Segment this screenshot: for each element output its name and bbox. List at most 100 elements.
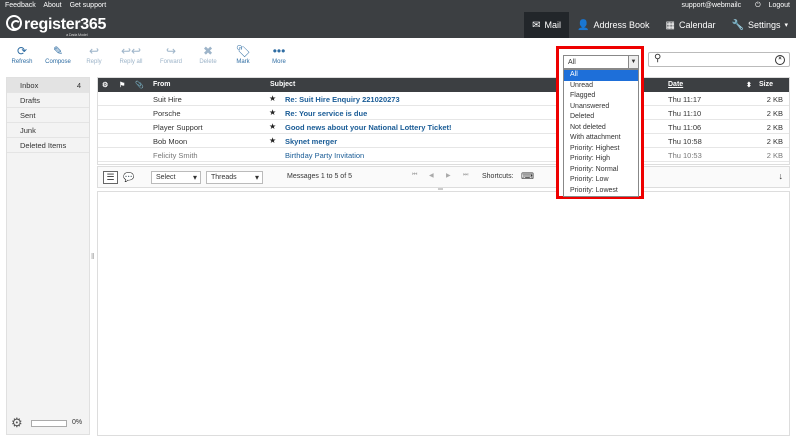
tag-icon: 🏷	[235, 44, 251, 58]
threads-bubble-icon[interactable]: 💬	[123, 172, 134, 183]
refresh-icon: ⟳	[16, 44, 28, 58]
vertical-splitter-icon[interactable]: ‖	[91, 252, 94, 261]
sort-icon[interactable]: ⬍	[746, 81, 752, 89]
table-row[interactable]: Bob Moon ★ Skynet merger Thu 10:58 2 KB	[98, 134, 789, 148]
list-options-gear-icon[interactable]: ⚙	[102, 81, 108, 89]
filter-option-unread[interactable]: Unread	[564, 81, 638, 92]
folder-junk[interactable]: Junk	[7, 123, 89, 138]
column-size[interactable]: Size	[759, 81, 773, 88]
user-email: support@webmailc	[681, 2, 742, 9]
filter-option-unanswered[interactable]: Unanswered	[564, 102, 638, 113]
filter-option-priority-low[interactable]: Priority: Low	[564, 175, 638, 186]
reply-all-button[interactable]: ↩↩ Reply all	[113, 44, 149, 65]
last-page-icon[interactable]: ⏭	[463, 172, 468, 179]
search-icon: ⚲	[654, 53, 662, 64]
table-row[interactable]: Porsche ★ Re: Your service is due Thu 11…	[98, 106, 789, 120]
filter-option-priority-normal[interactable]: Priority: Normal	[564, 165, 638, 176]
tab-mail[interactable]: ✉ Mail	[524, 12, 570, 38]
person-icon: 👤	[577, 19, 590, 31]
filter-option-not-deleted[interactable]: Not deleted	[564, 123, 638, 134]
search-box[interactable]: ⚲ ×	[648, 52, 790, 67]
folder-deleted-items[interactable]: Deleted Items	[7, 138, 89, 153]
previous-page-icon[interactable]: ◀	[429, 172, 434, 179]
compose-button[interactable]: ✎ Compose	[40, 44, 76, 65]
delete-button[interactable]: ✖ Delete	[190, 44, 226, 65]
compose-icon: ✎	[52, 44, 64, 58]
threads-dropdown[interactable]: Threads	[206, 171, 263, 184]
mark-button[interactable]: 🏷 Mark	[225, 44, 261, 65]
filter-option-deleted[interactable]: Deleted	[564, 112, 638, 123]
download-arrow-icon[interactable]: ↓	[779, 171, 784, 181]
tab-calendar[interactable]: ▦ Calendar	[658, 12, 724, 38]
message-count: Messages 1 to 5 of 5	[287, 173, 352, 180]
star-icon[interactable]: ★	[269, 108, 276, 117]
logout-button[interactable]: ⏻ Logout	[749, 2, 790, 9]
top-bar: Feedback About Get support support@webma…	[0, 0, 796, 12]
star-icon[interactable]: ★	[269, 136, 276, 145]
keyboard-icon[interactable]: ⌨	[521, 171, 534, 182]
quota-text: 0%	[72, 419, 83, 426]
tab-address-book[interactable]: 👤 Address Book	[569, 12, 657, 38]
logo-mark-icon	[6, 15, 22, 31]
get-support-link[interactable]: Get support	[70, 2, 107, 9]
filter-select[interactable]: All ▼	[563, 55, 639, 69]
app-header: register365 a Dada Model ✉ Mail 👤 Address …	[0, 12, 796, 38]
more-button[interactable]: ••• More	[261, 44, 297, 65]
table-row[interactable]: Suit Hire ★ Re: Suit Hire Enquiry 221020…	[98, 92, 789, 106]
power-icon: ⏻	[755, 2, 761, 9]
clear-search-icon[interactable]: ×	[775, 55, 785, 65]
chevron-down-icon: ▾	[784, 22, 788, 29]
filter-option-all[interactable]: All	[564, 70, 638, 81]
quota-bar	[31, 420, 67, 427]
table-row[interactable]: Felicity Smith Birthday Party Invitation…	[98, 148, 789, 162]
column-subject[interactable]: Subject	[270, 81, 295, 88]
message-list-header: ⚙ ⚑ 📎 From Subject Date ⬍ Size	[98, 78, 789, 92]
reply-icon: ↩	[88, 44, 100, 58]
filter-option-priority-highest[interactable]: Priority: Highest	[564, 144, 638, 155]
folder-drafts[interactable]: Drafts	[7, 93, 89, 108]
filter-options-list: All Unread Flagged Unanswered Deleted No…	[563, 69, 639, 197]
column-from[interactable]: From	[153, 81, 171, 88]
forward-icon: ↪	[165, 44, 177, 58]
filter-highlight: All ▼ All Unread Flagged Unanswered Dele…	[556, 46, 644, 199]
logo: register365 a Dada Model	[6, 15, 106, 37]
chevron-down-icon[interactable]: ▼	[628, 56, 638, 68]
star-icon[interactable]: ★	[269, 122, 276, 131]
list-footer: ☰ 💬 Select Threads Messages 1 to 5 of 5 …	[97, 166, 790, 188]
filter-option-flagged[interactable]: Flagged	[564, 91, 638, 102]
filter-option-priority-lowest[interactable]: Priority: Lowest	[564, 186, 638, 197]
tab-settings[interactable]: 🔧 Settings ▾	[724, 12, 796, 38]
reply-button[interactable]: ↩ Reply	[76, 44, 112, 65]
gear-icon[interactable]: ⚙	[11, 415, 23, 431]
forward-button[interactable]: ↪ Forward	[153, 44, 189, 65]
first-page-icon[interactable]: ⏮	[412, 172, 417, 179]
preview-pane	[97, 191, 790, 436]
flag-icon[interactable]: ⚑	[119, 81, 125, 89]
filter-option-with-attachment[interactable]: With attachment	[564, 133, 638, 144]
reply-all-icon: ↩↩	[120, 44, 142, 58]
about-link[interactable]: About	[43, 2, 61, 9]
next-page-icon[interactable]: ▶	[446, 172, 451, 179]
folder-inbox[interactable]: Inbox 4	[7, 78, 89, 93]
feedback-link[interactable]: Feedback	[5, 2, 36, 9]
message-list: ⚙ ⚑ 📎 From Subject Date ⬍ Size Suit Hire…	[97, 77, 790, 165]
attachment-icon[interactable]: 📎	[135, 81, 144, 89]
calendar-icon: ▦	[665, 19, 675, 31]
delete-icon: ✖	[202, 44, 214, 58]
search-input[interactable]	[665, 54, 773, 65]
sidebar-footer: ⚙ 0%	[7, 412, 89, 434]
select-dropdown[interactable]: Select	[151, 171, 201, 184]
table-row[interactable]: Player Support ★ Good news about your Na…	[98, 120, 789, 134]
column-date[interactable]: Date	[668, 81, 683, 88]
list-menu-icon[interactable]: ☰	[103, 171, 118, 184]
refresh-button[interactable]: ⟳ Refresh	[4, 44, 40, 65]
folder-sidebar: Inbox 4 Drafts Sent Junk Deleted Items ⚙ …	[6, 77, 90, 435]
unread-count: 4	[76, 81, 81, 90]
filter-option-priority-high[interactable]: Priority: High	[564, 154, 638, 165]
envelope-icon: ✉	[532, 19, 541, 31]
star-icon[interactable]: ★	[269, 94, 276, 103]
shortcuts-label: Shortcuts:	[482, 173, 514, 180]
wrench-icon: 🔧	[731, 19, 744, 31]
more-icon: •••	[272, 44, 286, 58]
folder-sent[interactable]: Sent	[7, 108, 89, 123]
